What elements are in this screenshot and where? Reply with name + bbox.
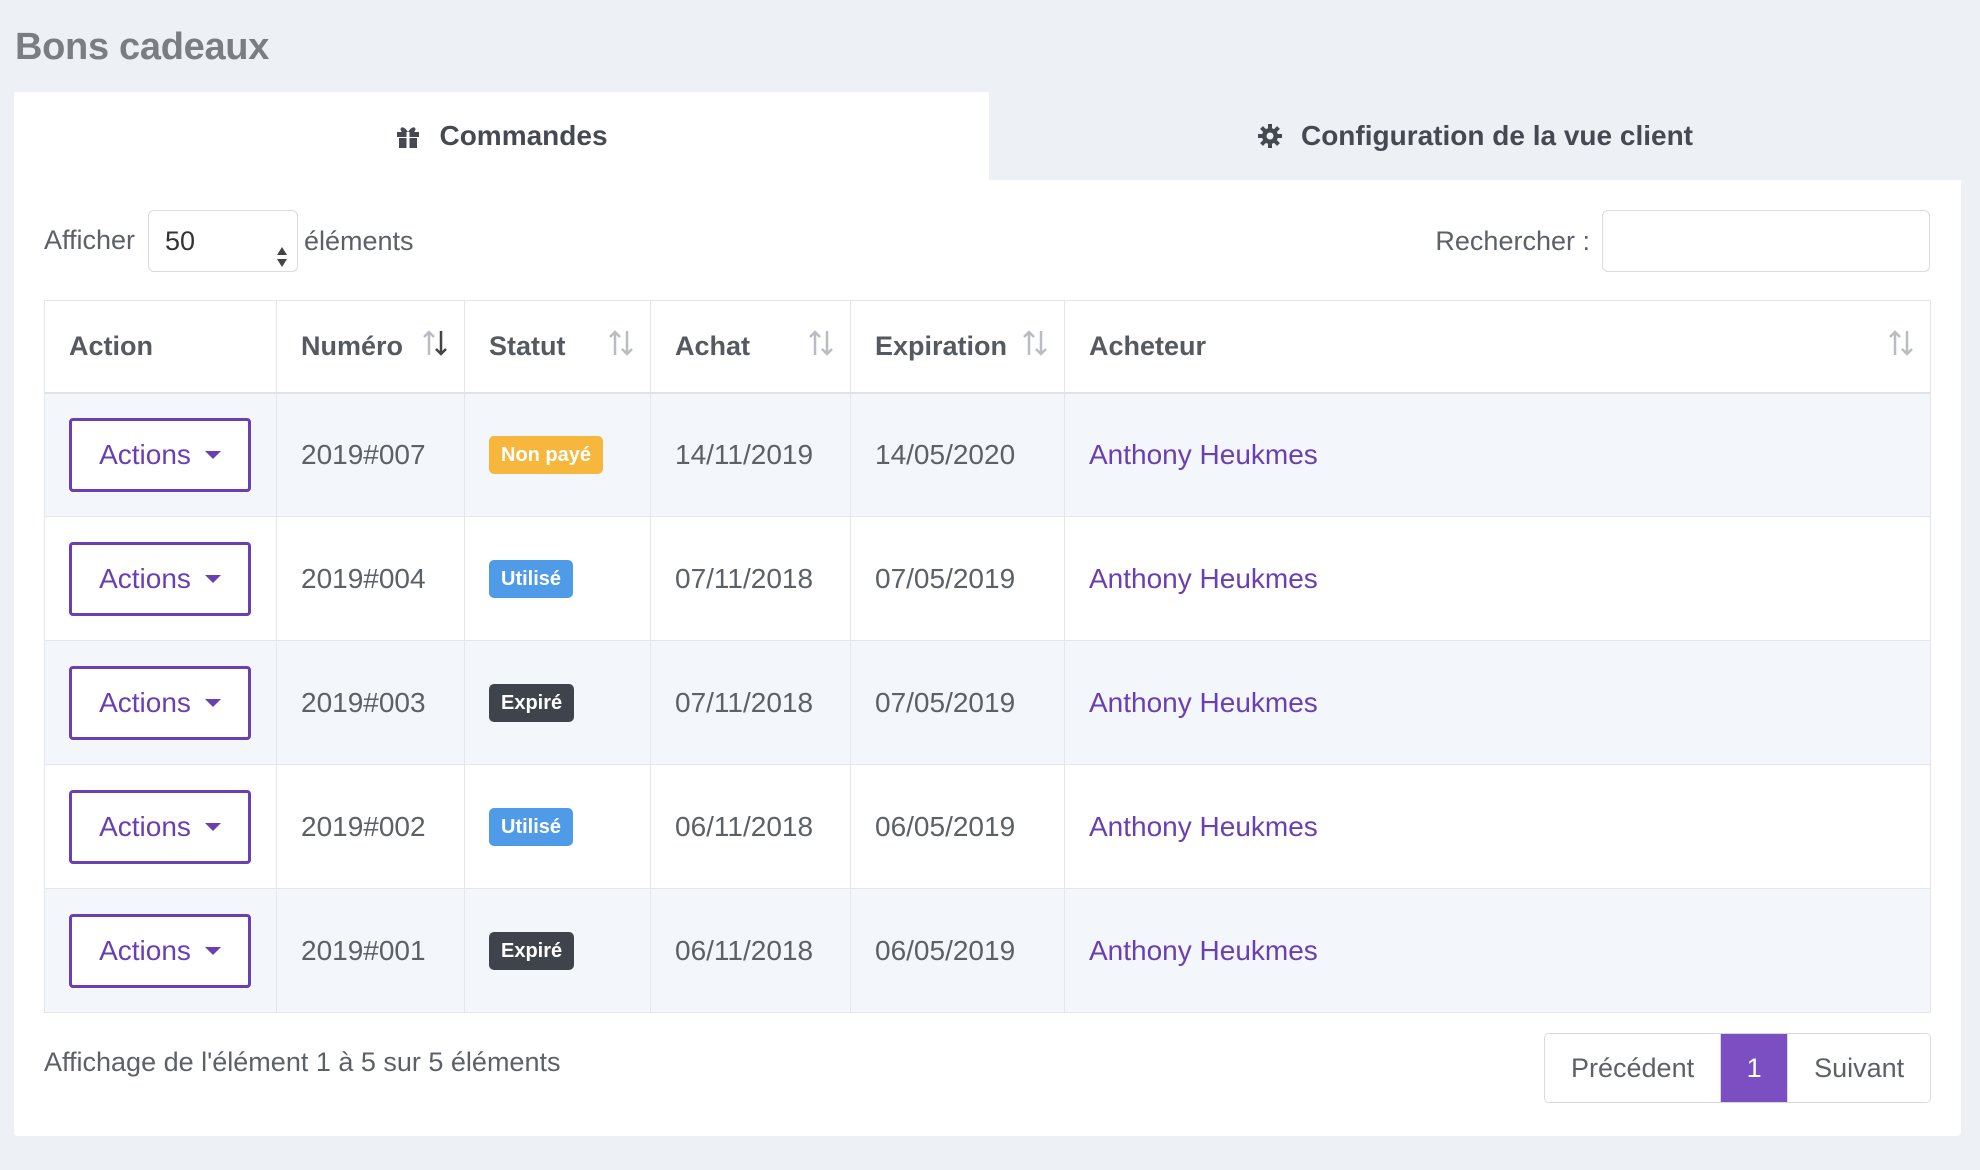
actions-dropdown-button[interactable]: Actions <box>69 789 251 864</box>
cell-statut: Utilisé <box>464 764 651 889</box>
column-header-achat[interactable]: Achat <box>650 300 851 394</box>
cell-statut: Non payé <box>464 392 651 517</box>
select-arrows-icon <box>275 230 289 290</box>
cell-achat: 06/11/2018 <box>650 764 851 889</box>
status-badge: Utilisé <box>489 807 574 846</box>
tab-commandes-label: Commandes <box>439 120 608 151</box>
column-header-numero[interactable]: Numéro <box>276 300 465 394</box>
tab-bar: Commandes Configuration de la vue client <box>14 92 1961 180</box>
page-title: Bons cadeaux <box>15 26 270 68</box>
cell-expiration: 14/05/2020 <box>850 392 1065 517</box>
gift-icon <box>395 124 421 148</box>
page-length-select[interactable]: 50 <box>148 210 298 272</box>
pagination: Précédent 1 Suivant <box>1544 1033 1932 1103</box>
actions-dropdown-button[interactable]: Actions <box>69 541 251 616</box>
status-badge: Expiré <box>489 931 575 970</box>
cell-acheteur: Anthony Heukmes <box>1064 640 1931 765</box>
table-header-row: Action Numéro Statut Achat Expiration Ac… <box>44 300 1931 394</box>
previous-page-button[interactable]: Précédent <box>1545 1034 1721 1102</box>
gear-icon <box>1257 123 1283 149</box>
cell-numero: 2019#002 <box>276 764 465 889</box>
sort-icon <box>808 329 834 364</box>
search-label: Rechercher : <box>1435 226 1590 256</box>
cell-statut: Expiré <box>464 640 651 765</box>
caret-down-icon <box>204 822 221 831</box>
column-header-action: Action <box>44 300 277 394</box>
elements-label: éléments <box>304 226 414 256</box>
table-info: Affichage de l'élément 1 à 5 sur 5 éléme… <box>44 1047 561 1077</box>
caret-down-icon <box>204 450 221 459</box>
search-input[interactable] <box>1602 210 1930 272</box>
actions-dropdown-button[interactable]: Actions <box>69 417 251 492</box>
cell-action: Actions <box>44 516 277 641</box>
actions-dropdown-button[interactable]: Actions <box>69 665 251 740</box>
cell-action: Actions <box>44 392 277 517</box>
cell-expiration: 07/05/2019 <box>850 640 1065 765</box>
cell-expiration: 06/05/2019 <box>850 764 1065 889</box>
cell-acheteur: Anthony Heukmes <box>1064 392 1931 517</box>
actions-dropdown-button[interactable]: Actions <box>69 913 251 988</box>
cell-statut: Utilisé <box>464 516 651 641</box>
cell-achat: 07/11/2018 <box>650 516 851 641</box>
table-row: Actions 2019#002 Utilisé 06/11/2018 06/0… <box>44 764 1931 889</box>
status-badge: Non payé <box>489 435 604 474</box>
caret-down-icon <box>204 698 221 707</box>
page-length-value: 50 <box>165 226 196 256</box>
cell-action: Actions <box>44 640 277 765</box>
column-header-acheteur[interactable]: Acheteur <box>1064 300 1931 394</box>
show-label: Afficher <box>44 225 136 255</box>
column-header-statut[interactable]: Statut <box>464 300 651 394</box>
column-header-expiration[interactable]: Expiration <box>850 300 1065 394</box>
cell-numero: 2019#001 <box>276 888 465 1013</box>
cell-action: Actions <box>44 888 277 1013</box>
status-badge: Utilisé <box>489 559 574 598</box>
cell-achat: 06/11/2018 <box>650 888 851 1013</box>
cell-numero: 2019#004 <box>276 516 465 641</box>
caret-down-icon <box>204 946 221 955</box>
cell-action: Actions <box>44 764 277 889</box>
table-row: Actions 2019#001 Expiré 06/11/2018 06/05… <box>44 888 1931 1013</box>
sort-icon <box>1022 329 1048 364</box>
caret-down-icon <box>204 574 221 583</box>
table-row: Actions 2019#003 Expiré 07/11/2018 07/05… <box>44 640 1931 765</box>
cell-achat: 07/11/2018 <box>650 640 851 765</box>
next-page-button[interactable]: Suivant <box>1788 1034 1931 1102</box>
gift-cards-panel: Commandes Configuration de la vue client… <box>14 92 1961 1136</box>
cell-numero: 2019#007 <box>276 392 465 517</box>
buyer-link[interactable]: Anthony Heukmes <box>1089 935 1318 966</box>
cell-expiration: 07/05/2019 <box>850 516 1065 641</box>
buyer-link[interactable]: Anthony Heukmes <box>1089 811 1318 842</box>
orders-table: Action Numéro Statut Achat Expiration Ac… <box>44 300 1931 1013</box>
table-row: Actions 2019#004 Utilisé 07/11/2018 07/0… <box>44 516 1931 641</box>
cell-acheteur: Anthony Heukmes <box>1064 764 1931 889</box>
cell-acheteur: Anthony Heukmes <box>1064 888 1931 1013</box>
table-row: Actions 2019#007 Non payé 14/11/2019 14/… <box>44 392 1931 517</box>
buyer-link[interactable]: Anthony Heukmes <box>1089 563 1318 594</box>
sort-icon <box>1888 329 1914 364</box>
sort-icon <box>608 329 634 364</box>
buyer-link[interactable]: Anthony Heukmes <box>1089 687 1318 718</box>
cell-expiration: 06/05/2019 <box>850 888 1065 1013</box>
cell-acheteur: Anthony Heukmes <box>1064 516 1931 641</box>
cell-statut: Expiré <box>464 888 651 1013</box>
cell-achat: 14/11/2019 <box>650 392 851 517</box>
tab-commandes[interactable]: Commandes <box>14 92 989 180</box>
tab-configuration[interactable]: Configuration de la vue client <box>989 92 1961 180</box>
cell-numero: 2019#003 <box>276 640 465 765</box>
page-1-button[interactable]: 1 <box>1720 1034 1789 1102</box>
buyer-link[interactable]: Anthony Heukmes <box>1089 439 1318 470</box>
status-badge: Expiré <box>489 683 575 722</box>
sort-desc-icon <box>422 329 448 364</box>
tab-configuration-label: Configuration de la vue client <box>1300 120 1694 151</box>
